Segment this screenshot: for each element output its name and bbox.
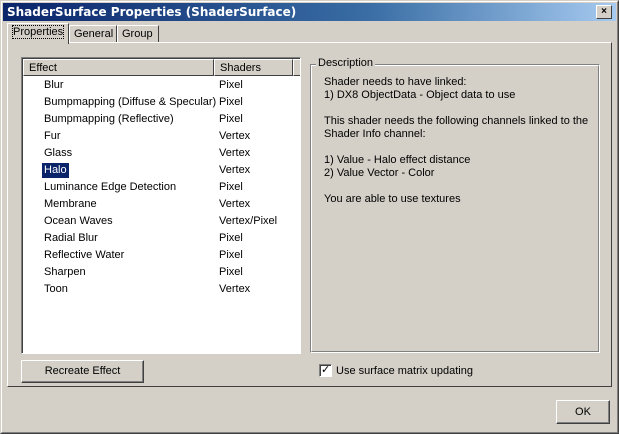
tab-properties[interactable]: Properties: [7, 23, 69, 44]
effect-name: Sharpen: [44, 266, 86, 278]
recreate-effect-label: Recreate Effect: [44, 365, 121, 377]
effect-name: Membrane: [44, 198, 97, 210]
shader-type: Pixel: [219, 266, 243, 278]
ok-button[interactable]: OK: [556, 400, 610, 424]
shader-type: Vertex: [219, 283, 251, 295]
effect-name: Bumpmapping (Diffuse & Specular): [44, 96, 217, 108]
shader-type: Pixel: [219, 232, 243, 244]
list-item[interactable]: Blur Pixel: [23, 77, 300, 94]
effect-name: Halo: [42, 163, 69, 178]
tab-group[interactable]: Group: [117, 25, 159, 43]
shader-type: Pixel: [219, 249, 243, 261]
effect-name: Ocean Waves: [44, 215, 113, 227]
list-item[interactable]: Bumpmapping (Diffuse & Specular) Pixel: [23, 94, 300, 111]
description-line: You are able to use textures: [324, 193, 461, 205]
shader-type: Pixel: [219, 79, 243, 91]
dialog-window: ShaderSurface Properties (ShaderSurface)…: [0, 0, 619, 434]
listview-rows: Blur Pixel Bumpmapping (Diffuse & Specula…: [23, 77, 300, 298]
column-header-effect[interactable]: Effect: [23, 59, 214, 76]
effect-name: Luminance Edge Detection: [44, 181, 177, 193]
shader-type: Pixel: [219, 96, 243, 108]
tab-general[interactable]: General: [69, 25, 117, 43]
close-button[interactable]: ×: [596, 5, 612, 19]
title-bar[interactable]: ShaderSurface Properties (ShaderSurface)…: [3, 3, 616, 21]
list-item[interactable]: Radial Blur Pixel: [23, 230, 300, 247]
effect-name: Blur: [44, 79, 64, 91]
shader-type: Vertex/Pixel: [219, 215, 278, 227]
list-item[interactable]: Reflective Water Pixel: [23, 247, 300, 264]
tab-group-label: Group: [122, 28, 153, 40]
effect-name: Radial Blur: [44, 232, 98, 244]
effect-name: Bumpmapping (Reflective): [44, 113, 174, 125]
list-item[interactable]: Sharpen Pixel: [23, 264, 300, 281]
list-item-selected[interactable]: Halo Vertex: [23, 162, 300, 179]
listview-header: Effect Shaders: [23, 59, 300, 76]
shader-type: Pixel: [219, 181, 243, 193]
list-item[interactable]: Glass Vertex: [23, 145, 300, 162]
effect-name: Toon: [44, 283, 68, 295]
tab-properties-label: Properties: [11, 25, 65, 39]
effect-name: Reflective Water: [44, 249, 125, 261]
ok-label: OK: [575, 406, 591, 418]
description-line: Shader needs to have linked:: [324, 76, 467, 88]
list-item[interactable]: Membrane Vertex: [23, 196, 300, 213]
description-text: Shader needs to have linked: 1) DX8 Obje…: [324, 76, 594, 206]
surface-matrix-label[interactable]: Use surface matrix updating: [336, 365, 473, 377]
shader-type: Vertex: [219, 164, 251, 176]
effects-listview[interactable]: Effect Shaders Blur Pixel Bumpmapping (Di…: [21, 57, 301, 354]
list-item[interactable]: Fur Vertex: [23, 128, 300, 145]
shader-type: Vertex: [219, 198, 251, 210]
description-line: 1) Value - Halo effect distance: [324, 154, 471, 166]
list-item[interactable]: Luminance Edge Detection Pixel: [23, 179, 300, 196]
column-header-filler: [293, 59, 300, 76]
description-line: 1) DX8 ObjectData - Object data to use: [324, 89, 516, 101]
list-item[interactable]: Toon Vertex: [23, 281, 300, 298]
description-line: This shader needs the following channels…: [324, 115, 589, 140]
checkmark-icon: ✓: [321, 364, 331, 376]
list-item[interactable]: Bumpmapping (Reflective) Pixel: [23, 111, 300, 128]
effect-name: Fur: [44, 130, 61, 142]
shader-type: Vertex: [219, 147, 251, 159]
recreate-effect-button[interactable]: Recreate Effect: [21, 360, 144, 383]
close-icon: ×: [601, 6, 607, 17]
surface-matrix-checkbox[interactable]: ✓: [319, 364, 332, 377]
description-line: 2) Value Vector - Color: [324, 167, 435, 179]
effect-name: Glass: [44, 147, 73, 159]
window-title: ShaderSurface Properties (ShaderSurface): [7, 5, 297, 19]
list-item[interactable]: Ocean Waves Vertex/Pixel: [23, 213, 300, 230]
column-header-shaders[interactable]: Shaders: [214, 59, 293, 76]
shader-type: Pixel: [219, 113, 243, 125]
column-shaders-label: Shaders: [220, 62, 261, 74]
description-legend: Description: [316, 57, 376, 69]
column-effect-label: Effect: [29, 62, 57, 74]
tab-general-label: General: [74, 28, 114, 40]
shader-type: Vertex: [219, 130, 251, 142]
